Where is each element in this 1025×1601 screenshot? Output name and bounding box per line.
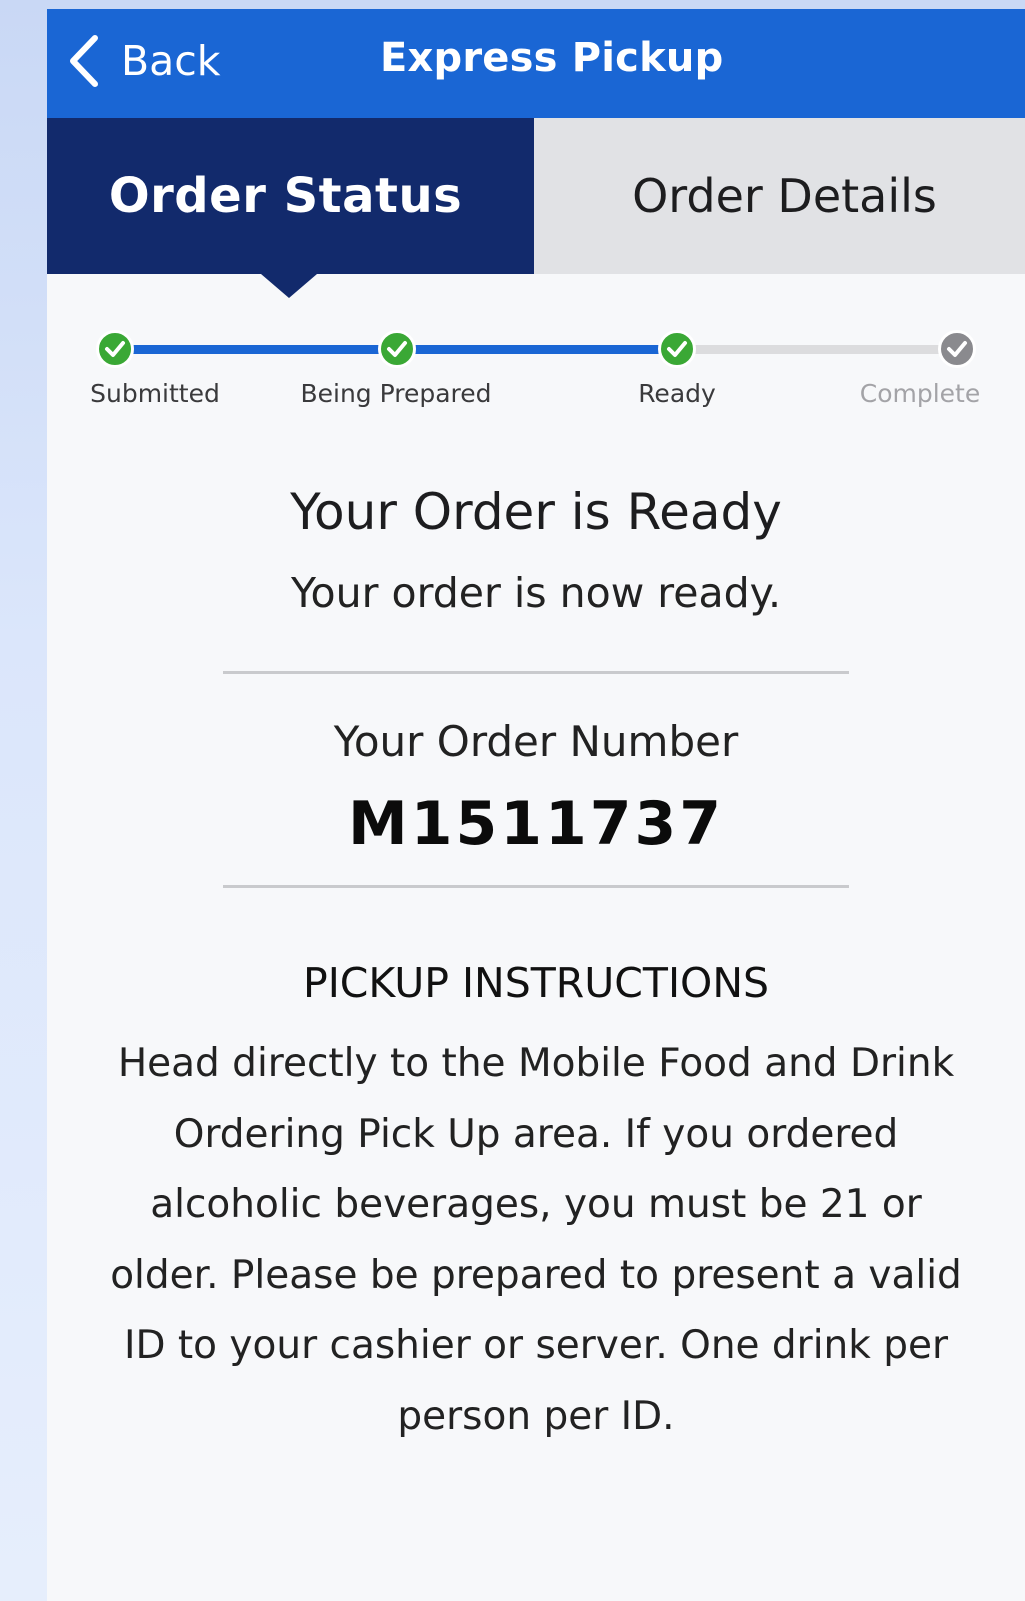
tab-order-status[interactable]: Order Status: [47, 118, 534, 274]
back-button[interactable]: Back: [67, 31, 221, 91]
pickup-instructions-body: Head directly to the Mobile Food and Dri…: [110, 1041, 962, 1439]
navigation-bar: Back Express Pickup: [47, 9, 1025, 118]
status-title: Your Order is Ready: [290, 483, 782, 541]
tab-order-details[interactable]: Order Details: [534, 118, 1025, 274]
page-title: Express Pickup: [380, 35, 724, 81]
step-ready-check-icon: [658, 330, 696, 368]
step-being-prepared-check-icon: [378, 330, 416, 368]
order-number-label: Your Order Number: [333, 717, 739, 766]
step-label-being-prepared: Being Prepared: [300, 379, 492, 408]
active-tab-indicator: [261, 274, 317, 298]
step-label-ready: Ready: [638, 379, 716, 408]
app-screen: Back Express Pickup Order Status Order D…: [47, 9, 1025, 1601]
step-label-complete: Complete: [859, 379, 981, 408]
divider: [223, 885, 849, 888]
back-button-label: Back: [121, 37, 221, 85]
step-complete-check-icon: [938, 330, 976, 368]
tab-order-status-label: Order Status: [108, 168, 463, 224]
step-label-submitted: Submitted: [90, 379, 220, 408]
divider: [223, 671, 849, 674]
order-progress-stepper: Submitted Being Prepared Ready Complete: [47, 319, 1025, 419]
progress-track-pending: [687, 345, 957, 354]
order-number: M1511737: [348, 789, 724, 859]
pickup-instructions-title: PICKUP INSTRUCTIONS: [302, 959, 770, 1007]
status-subtitle: Your order is now ready.: [290, 569, 782, 617]
chevron-left-icon: [67, 34, 101, 88]
step-submitted-check-icon: [96, 330, 134, 368]
tab-order-details-label: Order Details: [632, 169, 937, 223]
